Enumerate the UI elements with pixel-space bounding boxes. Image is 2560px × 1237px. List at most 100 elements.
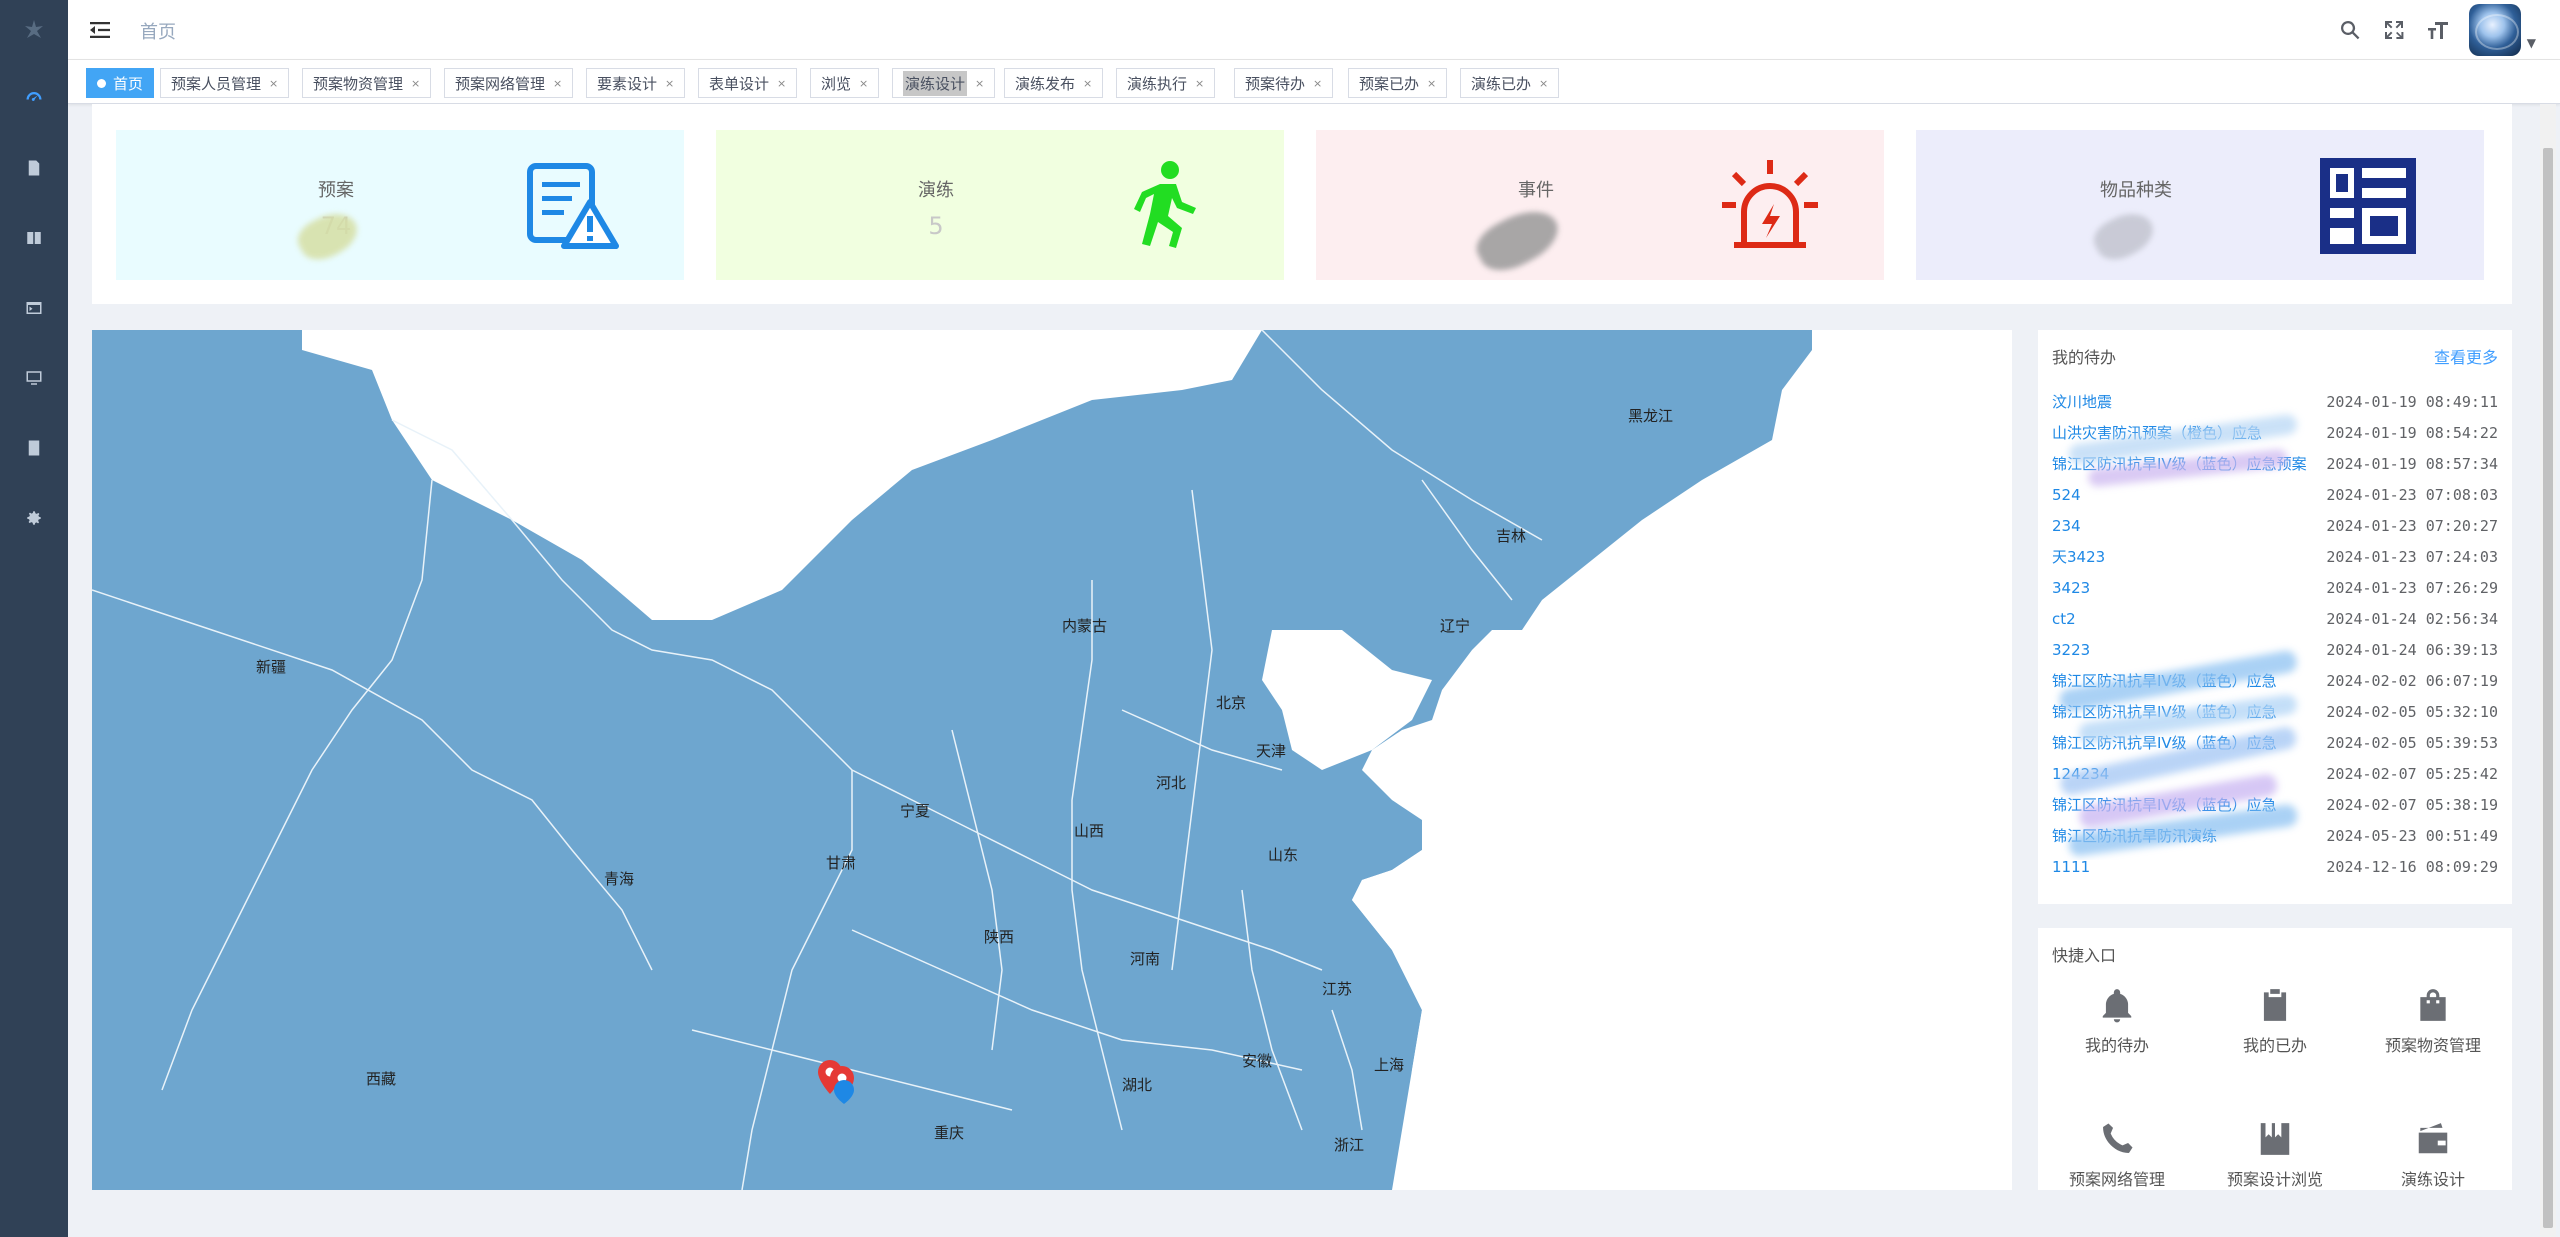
map-label: 青海: [604, 870, 635, 888]
quick-plan-materials[interactable]: 预案物资管理: [2354, 986, 2512, 1056]
close-icon[interactable]: ×: [975, 77, 984, 90]
page-scrollbar[interactable]: [2540, 104, 2556, 1237]
caret-down-icon[interactable]: ▼: [2527, 36, 2536, 50]
sidebar-item-report[interactable]: [22, 436, 46, 460]
todo-panel: 我的待办 查看更多 汶川地震2024-01-19 08:49:11 山洪灾害防汛…: [2038, 330, 2512, 904]
map-label: 河南: [1130, 950, 1161, 968]
scrollbar-thumb[interactable]: [2543, 148, 2553, 1228]
stat-card-plans[interactable]: 预案 74: [116, 130, 684, 280]
hamburger-icon[interactable]: [88, 18, 112, 42]
close-icon[interactable]: ×: [1427, 77, 1436, 90]
tag-label: 浏览: [821, 74, 852, 93]
breadcrumb[interactable]: 首页: [140, 18, 176, 44]
tag-label: 演练设计: [903, 70, 968, 96]
quick-my-todo[interactable]: 我的待办: [2038, 986, 2196, 1056]
sidebar-item-library[interactable]: [22, 226, 46, 250]
map-label: 北京: [1216, 694, 1247, 712]
close-icon[interactable]: ×: [665, 77, 674, 90]
tag-element-design[interactable]: 要素设计 ×: [586, 68, 686, 98]
tag-plan-todo[interactable]: 预案待办 ×: [1234, 68, 1334, 98]
sidebar-item-dashboard[interactable]: [22, 86, 46, 110]
quick-drill-design[interactable]: 演练设计: [2354, 1120, 2512, 1190]
stat-card-item-types[interactable]: 物品种类: [1916, 130, 2484, 280]
tag-home[interactable]: 首页: [86, 68, 155, 98]
map-label: 河北: [1156, 774, 1187, 792]
tag-drill-design[interactable]: 演练设计 ×: [892, 68, 996, 98]
quick-plan-network[interactable]: 预案网络管理: [2038, 1120, 2196, 1190]
tag-plan-materials[interactable]: 预案物资管理 ×: [302, 68, 432, 98]
clipboard-check-icon: [2263, 989, 2287, 1021]
grid-list-icon: [2320, 158, 2416, 254]
search-icon: [2340, 20, 2360, 40]
user-avatar[interactable]: [2468, 4, 2521, 56]
tag-label: 预案人员管理: [171, 74, 262, 93]
quick-entry-label: 预案设计浏览: [2226, 1170, 2323, 1189]
view-more-link[interactable]: 查看更多: [2434, 344, 2498, 368]
map-label: 陕西: [984, 928, 1015, 946]
fullscreen-button[interactable]: [2381, 17, 2407, 43]
tag-plan-network[interactable]: 预案网络管理 ×: [444, 68, 574, 98]
china-map[interactable]: 黑龙江 吉林 辽宁 内蒙古 新疆 北京 天津 河北 山西 宁夏 甘肃 青海 山东…: [92, 330, 2012, 1190]
quick-my-done[interactable]: 我的已办: [2196, 986, 2354, 1056]
stat-title: 演练: [918, 180, 954, 201]
tag-label: 首页: [113, 74, 144, 93]
close-icon[interactable]: ×: [1195, 77, 1204, 90]
tag-form-design[interactable]: 表单设计 ×: [698, 68, 798, 98]
tag-label: 预案物资管理: [313, 74, 404, 93]
todo-item-time: 2024-02-05 05:39:53: [2326, 733, 2498, 752]
tag-plan-done[interactable]: 预案已办 ×: [1348, 68, 1448, 98]
close-icon[interactable]: ×: [777, 77, 786, 90]
tag-browse[interactable]: 浏览 ×: [810, 68, 880, 98]
close-icon[interactable]: ×: [269, 77, 278, 90]
search-button[interactable]: [2337, 17, 2363, 43]
close-icon[interactable]: ×: [553, 77, 562, 90]
map-svg[interactable]: [92, 330, 2012, 1190]
todo-item-time: 2024-05-23 00:51:49: [2326, 826, 2498, 845]
running-person-icon: [1134, 161, 1196, 248]
sidebar-item-terminal[interactable]: [22, 296, 46, 320]
todo-item-time: 2024-01-19 08:57:34: [2326, 454, 2498, 473]
phone-icon: [2103, 1123, 2133, 1153]
stat-card-events[interactable]: 事件: [1316, 130, 1884, 281]
close-icon[interactable]: ×: [1539, 77, 1548, 90]
map-label: 甘肃: [826, 854, 857, 872]
tag-plan-personnel[interactable]: 预案人员管理 ×: [160, 68, 290, 98]
close-icon[interactable]: ×: [1313, 77, 1322, 90]
todo-title: 我的待办: [2052, 348, 2117, 367]
stat-value: 5: [928, 212, 944, 240]
stat-card-drills[interactable]: 演练 5: [716, 130, 1284, 280]
dashboard-icon: [26, 92, 42, 101]
quick-entry-label: 我的已办: [2242, 1036, 2307, 1055]
todo-item-time: 2024-01-24 06:39:13: [2326, 640, 2498, 659]
shopping-bag-icon: [2420, 989, 2446, 1021]
todo-item-time: 2024-01-23 07:20:27: [2326, 516, 2498, 535]
quick-plan-design-browse[interactable]: 预案设计浏览: [2196, 1120, 2354, 1190]
tag-drill-execute[interactable]: 演练执行 ×: [1116, 68, 1216, 98]
close-icon[interactable]: ×: [859, 77, 868, 90]
map-label: 山西: [1074, 822, 1105, 840]
todo-item-time: 2024-02-07 05:25:42: [2326, 764, 2498, 783]
gear-icon: [27, 511, 41, 525]
quick-entry-label: 演练设计: [2400, 1170, 2465, 1189]
todo-item-time: 2024-01-19 08:54:22: [2326, 423, 2498, 442]
sidebar-item-monitor[interactable]: [22, 366, 46, 390]
tag-drill-publish[interactable]: 演练发布 ×: [1004, 68, 1104, 98]
sidebar: [0, 0, 68, 1237]
document-edit-icon: [28, 160, 40, 176]
map-label: 辽宁: [1440, 617, 1471, 635]
close-icon[interactable]: ×: [411, 77, 420, 90]
sidebar-item-settings[interactable]: [22, 506, 46, 530]
map-label: 浙江: [1334, 1136, 1365, 1154]
logo-icon: [25, 20, 43, 38]
close-icon[interactable]: ×: [1083, 77, 1092, 90]
navbar: 首页 ▼: [68, 0, 2560, 60]
font-size-button[interactable]: [2425, 17, 2451, 43]
todo-item-time: 2024-01-19 08:49:11: [2326, 392, 2498, 411]
window-icon: [26, 302, 42, 314]
tag-label: 演练已办: [1471, 74, 1532, 93]
map-marker-icon[interactable]: [816, 1060, 862, 1104]
todo-item-name[interactable]: 1111: [2052, 858, 2090, 876]
tag-drill-done[interactable]: 演练已办 ×: [1460, 68, 1560, 98]
map-label: 西藏: [366, 1070, 397, 1088]
sidebar-item-plan[interactable]: [22, 156, 46, 180]
